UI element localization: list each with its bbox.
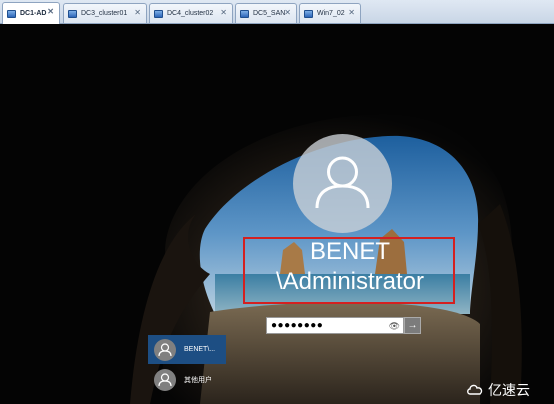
user-list-item-other[interactable]: 其他用户 (148, 365, 226, 394)
user-icon (315, 156, 370, 209)
close-icon[interactable]: ✕ (134, 9, 141, 17)
highlight-box (243, 237, 455, 304)
close-icon[interactable]: ✕ (284, 9, 291, 17)
watermark-text: 亿速云 (488, 382, 530, 398)
user-icon (158, 342, 172, 356)
user-list-label: BENET\... (184, 346, 216, 353)
user-avatar-small (154, 338, 176, 361)
vm-icon (304, 9, 313, 18)
password-mask: ●●●●●●●● (271, 320, 324, 331)
tab-label: DC1-AD (20, 10, 47, 17)
submit-button[interactable]: → (404, 317, 421, 334)
vm-icon (7, 9, 16, 18)
tab-label: DC5_SAN (253, 10, 286, 17)
tab-dc4-cluster02[interactable]: DC4_cluster02 ✕ (149, 3, 233, 23)
vm-icon (240, 9, 249, 18)
tab-dc5-san[interactable]: DC5_SAN ✕ (235, 3, 297, 23)
vm-icon (154, 9, 163, 18)
watermark: 亿速云 (466, 380, 530, 400)
lock-screen-background (0, 24, 554, 404)
user-list-item-benet[interactable]: BENET\... (148, 335, 226, 364)
tab-label: DC4_cluster02 (167, 10, 214, 17)
user-avatar-small (154, 368, 176, 391)
tab-label: DC3_cluster01 (81, 10, 128, 17)
close-icon[interactable]: ✕ (348, 9, 355, 17)
tab-dc1-ad[interactable]: DC1-AD ✕ (2, 2, 60, 24)
user-icon (158, 372, 172, 386)
user-list-label: 其他用户 (184, 376, 212, 384)
vm-screen[interactable]: BENET \Administrator ●●●●●●●● 👁 → BENET\… (0, 24, 554, 404)
close-icon[interactable]: ✕ (220, 9, 227, 17)
tab-label: Win7_02 (317, 10, 345, 17)
vm-icon (68, 9, 77, 18)
tab-dc3-cluster01[interactable]: DC3_cluster01 ✕ (63, 3, 147, 23)
tab-win7-02[interactable]: Win7_02 ✕ (299, 3, 361, 23)
close-icon[interactable]: ✕ (47, 8, 54, 16)
password-input[interactable]: ●●●●●●●● 👁 (266, 317, 404, 334)
vm-tab-bar: DC1-AD ✕ DC3_cluster01 ✕ DC4_cluster02 ✕… (0, 0, 554, 24)
cloud-logo-icon (467, 384, 483, 395)
eye-icon[interactable]: 👁 (389, 320, 400, 332)
arrow-right-icon: → (407, 320, 418, 331)
user-avatar-large (293, 134, 392, 233)
